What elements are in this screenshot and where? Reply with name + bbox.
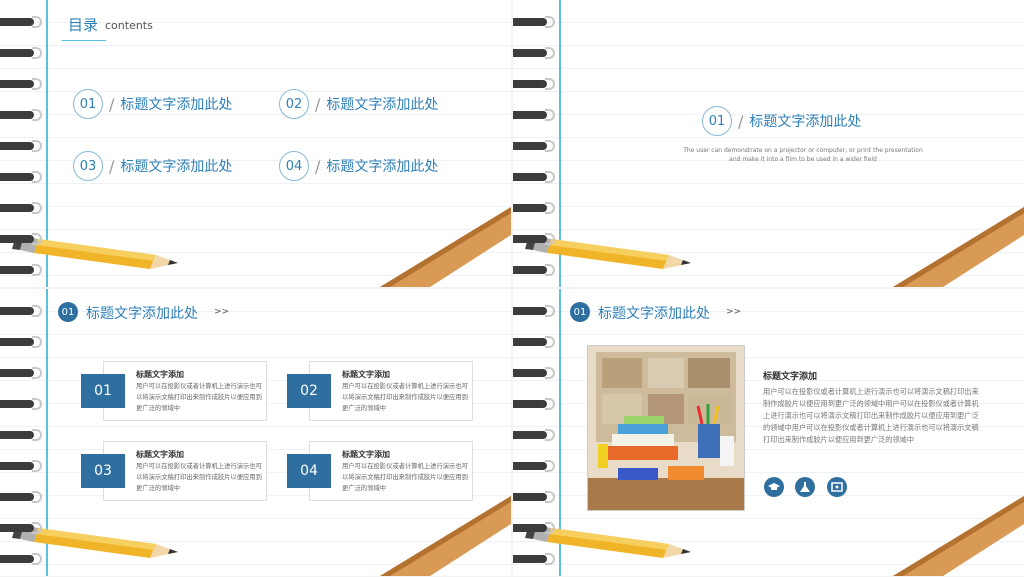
spiral-ring (513, 16, 555, 28)
spiral-ring (513, 171, 555, 183)
spiral-ring (513, 491, 555, 503)
toc-item-02[interactable]: 02 / 标题文字添加此处 (279, 89, 438, 119)
toc-underline (62, 40, 106, 41)
toc-label: 标题文字添加此处 (120, 159, 233, 175)
spiral-ring (513, 233, 555, 245)
spiral-ring (0, 429, 42, 441)
certificate-icon[interactable] (827, 477, 847, 497)
spiral-ring (0, 171, 42, 183)
spiral-ring (0, 78, 42, 90)
spiral-ring (513, 429, 555, 441)
school-supplies-photo (587, 345, 745, 511)
toc-subtitle: contents (105, 19, 153, 32)
heading-arrow: >> (214, 307, 230, 317)
toc-label: 标题文字添加此处 (120, 97, 233, 113)
section-number: 01 (702, 106, 732, 136)
spiral-ring (513, 305, 555, 317)
content-text: 用户可以在投影仪或者计算机上进行演示也可以将演示文稿打印出来制作成胶片以便应用到… (763, 387, 979, 444)
heading-number: 01 (58, 302, 78, 322)
spiral-ring (513, 47, 555, 59)
slide-section[interactable]: 01 / 标题文字添加此处 The user can demonstrate o… (513, 0, 1024, 287)
spiral-ring (0, 367, 42, 379)
toc-label: 标题文字添加此处 (326, 159, 439, 175)
section-heading: 01 / 标题文字添加此处 (702, 106, 861, 136)
spiral-ring (513, 264, 555, 276)
margin-line (46, 0, 48, 287)
spiral-ring (513, 367, 555, 379)
slash-divider: / (315, 94, 321, 114)
slide-toc[interactable]: 目录 contents 01 / 标题文字添加此处 02 / 标题文字添加此处 … (0, 0, 511, 287)
heading-number: 01 (570, 302, 590, 322)
slash-divider: / (109, 156, 115, 176)
content-title: 标题文字添加 (763, 372, 818, 382)
box-title: 标题文字添加 (342, 450, 390, 459)
margin-line (46, 289, 48, 576)
spiral-ring (0, 491, 42, 503)
spiral-ring (0, 202, 42, 214)
toc-number: 04 (279, 151, 309, 181)
desc-line-1: The user can demonstrate on a projector … (683, 147, 923, 154)
heading-title: 标题文字添加此处 (86, 306, 198, 322)
slash-divider: / (109, 94, 115, 114)
section-description: The user can demonstrate on a projector … (653, 146, 953, 164)
spiral-ring (0, 398, 42, 410)
spiral-ring (513, 336, 555, 348)
spiral-ring (513, 460, 555, 472)
toc-item-01[interactable]: 01 / 标题文字添加此处 (73, 89, 232, 119)
box-number: 01 (81, 374, 125, 408)
slide-four-boxes[interactable]: 01 标题文字添加此处 >> 01 标题文字添加 用户可以在投影仪或者计算机上进… (0, 289, 511, 576)
toc-label: 标题文字添加此处 (326, 97, 439, 113)
spiral-ring (0, 336, 42, 348)
box-title: 标题文字添加 (136, 370, 184, 379)
ruled-lines (0, 289, 511, 576)
box-text: 用户可以在投影仪或者计算机上进行演示也可以将演示文稿打印出来制作成胶片以便应用到… (136, 463, 262, 492)
flask-icon[interactable] (795, 477, 815, 497)
spiral-ring (0, 460, 42, 472)
box-title: 标题文字添加 (136, 450, 184, 459)
spiral-ring (0, 553, 42, 565)
toc-item-04[interactable]: 04 / 标题文字添加此处 (279, 151, 438, 181)
heading-arrow: >> (726, 307, 742, 317)
spiral-ring (0, 305, 42, 317)
section-title: 标题文字添加此处 (749, 114, 862, 130)
toc-item-03[interactable]: 03 / 标题文字添加此处 (73, 151, 232, 181)
spiral-ring (0, 140, 42, 152)
desc-line-2: and make it into a film to be used in a … (729, 156, 877, 163)
ruled-lines (0, 0, 511, 287)
spiral-ring (0, 522, 42, 534)
spiral-ring (513, 140, 555, 152)
school-supplies-illustration (588, 346, 744, 510)
spiral-ring (513, 202, 555, 214)
box-number: 03 (81, 454, 125, 488)
spiral-ring (0, 233, 42, 245)
box-number: 04 (287, 454, 331, 488)
spiral-ring (513, 109, 555, 121)
box-text: 用户可以在投影仪或者计算机上进行演示也可以将演示文稿打印出来制作成胶片以便应用到… (136, 383, 262, 412)
margin-line (559, 289, 561, 576)
graduation-cap-icon[interactable] (764, 477, 784, 497)
box-text: 用户可以在投影仪或者计算机上进行演示也可以将演示文稿打印出来制作成胶片以便应用到… (342, 463, 468, 492)
spiral-ring (0, 264, 42, 276)
margin-line (559, 0, 561, 287)
box-text: 用户可以在投影仪或者计算机上进行演示也可以将演示文稿打印出来制作成胶片以便应用到… (342, 383, 468, 412)
spiral-ring (513, 553, 555, 565)
spiral-ring (0, 16, 42, 28)
slash-divider: / (738, 111, 744, 131)
spiral-ring (513, 398, 555, 410)
toc-number: 03 (73, 151, 103, 181)
ruled-lines (513, 0, 1024, 287)
box-title: 标题文字添加 (342, 370, 390, 379)
toc-number: 02 (279, 89, 309, 119)
box-number: 02 (287, 374, 331, 408)
spiral-ring (0, 47, 42, 59)
spiral-ring (513, 522, 555, 534)
toc-title: 目录 (68, 16, 99, 34)
spiral-ring (0, 109, 42, 121)
toc-number: 01 (73, 89, 103, 119)
spiral-ring (513, 78, 555, 90)
slash-divider: / (315, 156, 321, 176)
heading-title: 标题文字添加此处 (598, 306, 710, 322)
